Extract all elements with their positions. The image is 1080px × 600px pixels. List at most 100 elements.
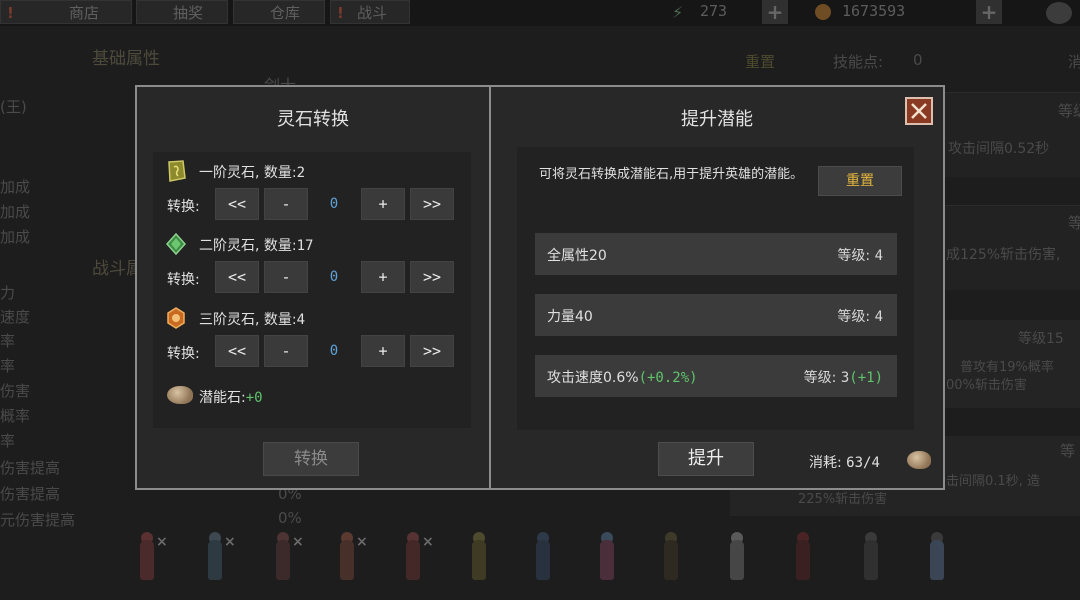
stone-count-label: 数量:: [263, 312, 297, 328]
stone-name-text: 一阶灵石,: [199, 165, 260, 181]
attribute-row: 力量40 等级: 4: [535, 294, 897, 336]
potential-panel: 可将灵石转换成潜能石,用于提升英雄的潜能。 重置 全属性20 等级: 4 力量4…: [517, 147, 914, 430]
potential-label-text: 潜能石:: [199, 390, 246, 406]
bg-stat-label: 加成: [0, 228, 31, 246]
stone-count-label: 数量:: [263, 238, 297, 254]
tier3-stone-icon: [167, 307, 185, 329]
close-icon: ×: [356, 534, 368, 550]
stone-convert-panel: 一阶灵石, 数量:2 转换: << - 0 + >> 二阶灵石, 数量:17 转…: [153, 152, 471, 428]
convert-label: 转换:: [167, 199, 200, 215]
hero-portrait[interactable]: [590, 532, 624, 584]
basic-stats-heading: 基础属性: [92, 49, 160, 69]
attribute-row: 全属性20 等级: 4: [535, 233, 897, 275]
potential-modal: 灵石转换 一阶灵石, 数量:2 转换: << - 0 + >> 二阶灵石, 数量…: [135, 85, 945, 490]
hero-portrait[interactable]: [786, 532, 820, 584]
attribute-name-text: 力量40: [547, 309, 593, 325]
attribute-name-text: 攻击速度0.6%: [547, 370, 639, 386]
plus-button[interactable]: +: [361, 261, 405, 293]
plus-button[interactable]: +: [361, 335, 405, 367]
hero-portrait[interactable]: ×: [198, 532, 236, 584]
skill-desc: 击间隔0.1秒, 造: [946, 474, 1040, 489]
convert-label: 转换:: [167, 272, 200, 288]
max-button[interactable]: >>: [410, 188, 454, 220]
hero-portrait[interactable]: [526, 532, 560, 584]
bg-stat-label: 率: [0, 357, 16, 375]
skill-points-label: 技能点:: [833, 53, 884, 71]
attribute-level: 等级: 3(+1): [804, 367, 883, 387]
attribute-name: 力量40: [547, 306, 593, 326]
hero-roster: × × × × ×: [130, 528, 960, 590]
skill-level-label: 等级15: [1018, 331, 1064, 347]
skill-level-label: 等: [1068, 214, 1080, 232]
skill-desc: 普攻有19%概率: [960, 360, 1054, 375]
attribute-name: 全属性20: [547, 245, 607, 265]
hero-portrait[interactable]: [720, 532, 754, 584]
bg-stat-label: 力: [0, 284, 16, 302]
tab-battle[interactable]: ! 战斗: [330, 0, 410, 24]
min-button[interactable]: <<: [215, 261, 259, 293]
close-icon: ×: [224, 534, 236, 550]
plus-button[interactable]: +: [361, 188, 405, 220]
add-gold-button[interactable]: +: [976, 0, 1002, 24]
stone-amount-value: 0: [329, 269, 339, 285]
hero-portrait[interactable]: [654, 532, 688, 584]
tab-shop[interactable]: ! 商店: [0, 0, 132, 24]
tab-lottery[interactable]: 抽奖: [136, 0, 228, 24]
cost-label: 消耗: 63/4: [809, 452, 880, 472]
attribute-level: 等级: 4: [837, 245, 883, 265]
level-label: 等级:: [837, 309, 871, 325]
settings-icon[interactable]: [1046, 2, 1072, 24]
skill-level-label: 等: [1060, 442, 1076, 460]
bg-stat-label: 伤害: [0, 382, 31, 400]
minus-button[interactable]: -: [264, 335, 308, 367]
skill-points-value: 0: [913, 51, 923, 69]
max-button[interactable]: >>: [410, 261, 454, 293]
hero-portrait[interactable]: ×: [130, 532, 168, 584]
bg-stat-value: 0%: [278, 509, 302, 527]
minus-button[interactable]: -: [264, 261, 308, 293]
hero-portrait[interactable]: [920, 532, 954, 584]
level-value: 4: [874, 309, 883, 325]
potential-stone-row: 潜能石:+0: [153, 382, 471, 418]
stone-count-label: 数量:: [263, 165, 297, 181]
hero-portrait[interactable]: [462, 532, 496, 584]
hero-portrait[interactable]: ×: [330, 532, 368, 584]
hero-portrait[interactable]: ×: [266, 532, 304, 584]
gold-value: 1673593: [842, 2, 906, 20]
upgrade-button[interactable]: 提升: [658, 442, 754, 476]
lightning-icon: ⚡: [672, 3, 684, 22]
min-button[interactable]: <<: [215, 188, 259, 220]
close-button[interactable]: [905, 97, 933, 125]
max-button[interactable]: >>: [410, 335, 454, 367]
bg-stat-label: (王): [0, 98, 27, 116]
bg-stat-label: 率: [0, 332, 16, 350]
minus-button[interactable]: -: [264, 188, 308, 220]
tab-warehouse[interactable]: 仓库: [233, 0, 325, 24]
reset-button[interactable]: 重置: [818, 166, 902, 196]
hero-portrait[interactable]: ×: [396, 532, 434, 584]
potential-description: 可将灵石转换成潜能石,用于提升英雄的潜能。: [539, 167, 804, 182]
stone-count-value: 4: [296, 312, 306, 328]
close-icon: ×: [422, 534, 434, 550]
stone-count-value: 2: [296, 165, 306, 181]
close-icon: ×: [292, 534, 304, 550]
close-icon: [911, 103, 927, 119]
convert-button[interactable]: 转换: [263, 442, 359, 476]
reset-link[interactable]: 重置: [745, 51, 775, 72]
cost-value: 63/4: [846, 455, 880, 471]
skill-desc: 225%斩击伤害: [798, 492, 888, 507]
bg-stat-label: 速度: [0, 308, 31, 326]
stone-convert-title: 灵石转换: [277, 109, 349, 130]
tab-warehouse-label: 仓库: [270, 4, 301, 22]
potential-stone-value: +0: [245, 390, 263, 406]
top-bar: ! 商店 抽奖 仓库 ! 战斗 ⚡ 273 + 1673593 +: [0, 0, 1080, 26]
min-button[interactable]: <<: [215, 335, 259, 367]
skill-desc: 成125%斩击伤害,: [946, 247, 1061, 263]
add-energy-button[interactable]: +: [762, 0, 788, 24]
potential-stone-icon: [167, 386, 193, 404]
alert-icon: !: [7, 4, 14, 22]
attribute-row: 攻击速度0.6%(+0.2%) 等级: 3(+1): [535, 355, 897, 397]
hero-portrait[interactable]: [854, 532, 888, 584]
tab-lottery-label: 抽奖: [173, 4, 204, 22]
bg-extra-label: 消: [1068, 53, 1080, 71]
